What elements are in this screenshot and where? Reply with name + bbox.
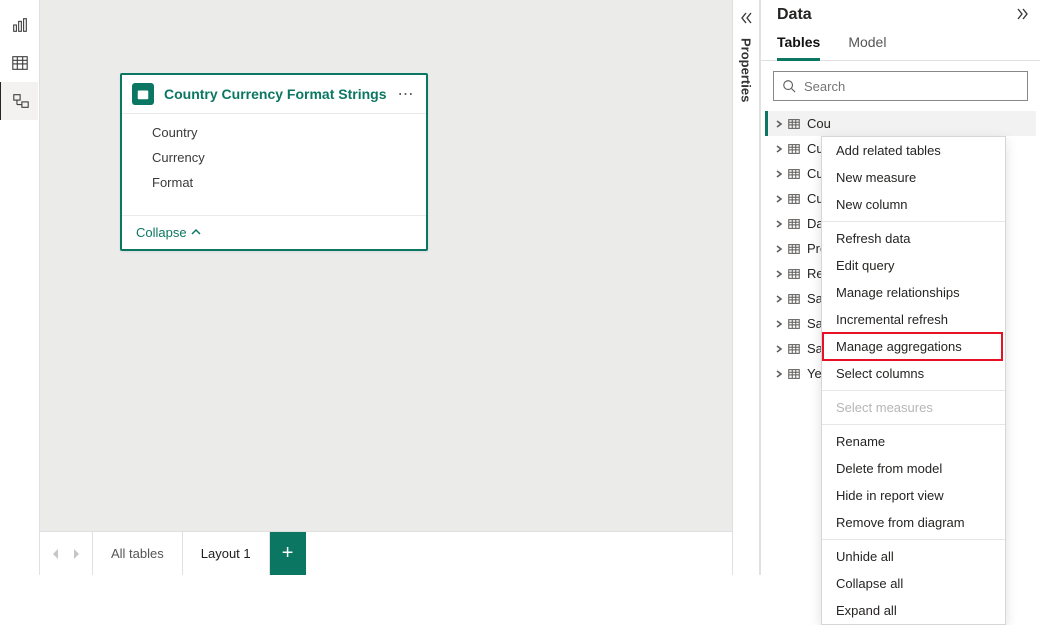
table-icon xyxy=(132,83,154,105)
pager-prev-button[interactable] xyxy=(46,539,66,569)
expand-panel-icon[interactable] xyxy=(1016,7,1030,24)
more-options-icon[interactable]: ⋯ xyxy=(396,84,416,104)
context-menu-item[interactable]: New measure xyxy=(822,164,1005,191)
model-canvas[interactable]: Country Currency Format Strings ⋯ Countr… xyxy=(40,0,732,531)
left-view-rail xyxy=(0,0,40,575)
table-icon xyxy=(787,367,801,381)
chevron-right-icon xyxy=(773,120,785,128)
context-menu-item[interactable]: Add related tables xyxy=(822,137,1005,164)
tree-label: Cou xyxy=(807,116,831,131)
context-menu-item[interactable]: Rename xyxy=(822,428,1005,455)
table-icon xyxy=(787,242,801,256)
chevron-right-icon xyxy=(773,270,785,278)
table-icon xyxy=(787,142,801,156)
table-context-menu: Add related tablesNew measureNew column R… xyxy=(821,136,1006,625)
pager-next-button[interactable] xyxy=(66,539,86,569)
table-card-title: Country Currency Format Strings xyxy=(164,86,396,102)
table-icon xyxy=(787,317,801,331)
chevron-right-icon xyxy=(773,170,785,178)
context-menu-item[interactable]: Delete from model xyxy=(822,455,1005,482)
table-icon xyxy=(787,192,801,206)
menu-separator xyxy=(822,390,1005,391)
tree-table-row[interactable]: Cou xyxy=(765,111,1036,136)
layout-tabs-footer: All tables Layout 1 + xyxy=(40,531,732,575)
data-view-button[interactable] xyxy=(0,44,40,82)
tabs-pager xyxy=(40,532,93,575)
context-menu-item[interactable]: New column xyxy=(822,191,1005,218)
data-panel-title: Data xyxy=(777,6,812,24)
chevron-right-icon xyxy=(773,370,785,378)
collapse-toggle[interactable]: Collapse xyxy=(122,215,426,249)
table-icon xyxy=(787,117,801,131)
tab-tables[interactable]: Tables xyxy=(777,34,820,61)
chevron-right-icon xyxy=(773,345,785,353)
search-row xyxy=(761,61,1040,111)
field-row[interactable]: Format xyxy=(122,170,426,195)
chevron-right-icon xyxy=(773,320,785,328)
context-menu-item[interactable]: Unhide all xyxy=(822,543,1005,570)
context-menu-item[interactable]: Remove from diagram xyxy=(822,509,1005,536)
field-row[interactable]: Currency xyxy=(122,145,426,170)
tab-all-tables[interactable]: All tables xyxy=(93,532,183,575)
properties-collapsed-strip[interactable]: Properties xyxy=(732,0,760,575)
context-menu-item[interactable]: Hide in report view xyxy=(822,482,1005,509)
chevron-right-icon xyxy=(773,145,785,153)
data-panel-tabs: Tables Model xyxy=(761,24,1040,61)
table-card-header[interactable]: Country Currency Format Strings ⋯ xyxy=(122,75,426,114)
context-menu-item: Select measures xyxy=(822,394,1005,421)
table-icon xyxy=(787,217,801,231)
search-input[interactable] xyxy=(802,78,1019,95)
search-icon xyxy=(782,79,796,93)
chevron-right-icon xyxy=(773,295,785,303)
data-panel: Data Tables Model CouCurCurCusDatProResS… xyxy=(760,0,1040,575)
chevron-right-icon xyxy=(773,220,785,228)
properties-label: Properties xyxy=(739,38,754,102)
table-icon xyxy=(787,167,801,181)
tab-model[interactable]: Model xyxy=(848,34,886,60)
context-menu-item[interactable]: Manage relationships xyxy=(822,279,1005,306)
expand-properties-icon[interactable] xyxy=(736,8,756,28)
table-card-fields: Country Currency Format xyxy=(122,114,426,215)
search-box[interactable] xyxy=(773,71,1028,101)
chevron-up-icon xyxy=(191,225,201,240)
menu-separator xyxy=(822,424,1005,425)
menu-separator xyxy=(822,539,1005,540)
table-card[interactable]: Country Currency Format Strings ⋯ Countr… xyxy=(120,73,428,251)
tab-layout-1[interactable]: Layout 1 xyxy=(183,532,270,575)
menu-separator xyxy=(822,221,1005,222)
chevron-right-icon xyxy=(773,245,785,253)
context-menu-item[interactable]: Incremental refresh xyxy=(822,306,1005,333)
app-root: Country Currency Format Strings ⋯ Countr… xyxy=(0,0,1040,575)
add-layout-button[interactable]: + xyxy=(270,532,306,575)
context-menu-item[interactable]: Refresh data xyxy=(822,225,1005,252)
report-view-button[interactable] xyxy=(0,6,40,44)
data-panel-header: Data xyxy=(761,0,1040,24)
collapse-label: Collapse xyxy=(136,225,187,240)
table-icon xyxy=(787,267,801,281)
context-menu-item[interactable]: Edit query xyxy=(822,252,1005,279)
context-menu-item[interactable]: Manage aggregations xyxy=(822,333,1005,360)
table-icon xyxy=(787,292,801,306)
context-menu-item[interactable]: Expand all xyxy=(822,597,1005,624)
chevron-right-icon xyxy=(773,195,785,203)
table-icon xyxy=(787,342,801,356)
canvas-area: Country Currency Format Strings ⋯ Countr… xyxy=(40,0,732,575)
context-menu-item[interactable]: Select columns xyxy=(822,360,1005,387)
context-menu-item[interactable]: Collapse all xyxy=(822,570,1005,597)
model-view-button[interactable] xyxy=(0,82,38,120)
field-row[interactable]: Country xyxy=(122,120,426,145)
